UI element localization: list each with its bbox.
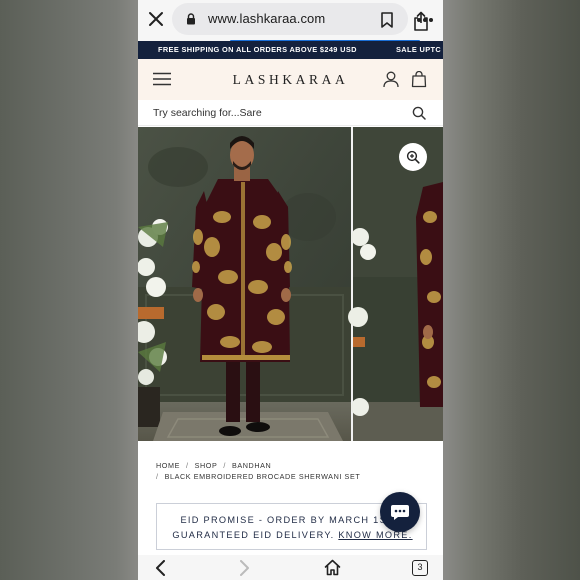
lock-icon — [187, 13, 195, 25]
breadcrumb-current: BLACK EMBROIDERED BROCADE SHERWANI SET — [164, 471, 361, 481]
breadcrumb-home[interactable]: HOME — [156, 461, 180, 470]
account-icon[interactable] — [383, 71, 399, 88]
breadcrumb-shop[interactable]: SHOP — [195, 461, 218, 470]
promo-text: GUARANTEED EID DELIVERY. — [172, 530, 339, 540]
tabs-button[interactable]: 3 — [412, 560, 428, 576]
breadcrumb: HOME / SHOP / BANDHAN / BLACK EMBROIDERED BRO… — [156, 461, 361, 481]
back-icon[interactable] — [154, 560, 166, 576]
url-text: www.lashkaraa.com — [208, 11, 326, 26]
sale-banner-text: SALE UPTC — [396, 45, 442, 54]
close-icon[interactable] — [147, 10, 165, 28]
forward-icon[interactable] — [239, 560, 251, 576]
search-bar[interactable]: Try searching for...Sare — [138, 100, 443, 126]
breadcrumb-bandhan[interactable]: BANDHAN — [232, 461, 271, 470]
browser-toolbar: www.lashkaraa.com — [138, 0, 443, 42]
browser-bottom-toolbar: 3 — [138, 555, 443, 580]
cart-icon[interactable] — [411, 71, 427, 88]
site-header: LASHKARAA — [138, 59, 443, 100]
zoom-button[interactable] — [399, 143, 427, 171]
chat-icon — [391, 505, 409, 520]
search-icon[interactable] — [412, 106, 426, 120]
product-photo — [138, 127, 443, 441]
chat-button[interactable] — [380, 492, 420, 532]
shipping-banner[interactable]: FREE SHIPPING ON ALL ORDERS ABOVE $249 U… — [138, 41, 443, 59]
bookmark-icon[interactable] — [380, 12, 394, 28]
zoom-in-icon — [406, 150, 420, 164]
phone-screen: www.lashkaraa.com FREE SHIPPING ON ALL O… — [138, 0, 443, 580]
address-bar[interactable]: www.lashkaraa.com — [172, 3, 428, 42]
home-icon[interactable] — [324, 559, 341, 576]
product-image[interactable] — [138, 127, 443, 441]
shipping-banner-text: FREE SHIPPING ON ALL ORDERS ABOVE $249 U… — [158, 45, 357, 54]
more-icon[interactable] — [416, 17, 434, 23]
search-input[interactable]: Try searching for...Sare — [153, 107, 262, 119]
promo-line-2: GUARANTEED EID DELIVERY. KNOW MORE. — [157, 530, 428, 540]
